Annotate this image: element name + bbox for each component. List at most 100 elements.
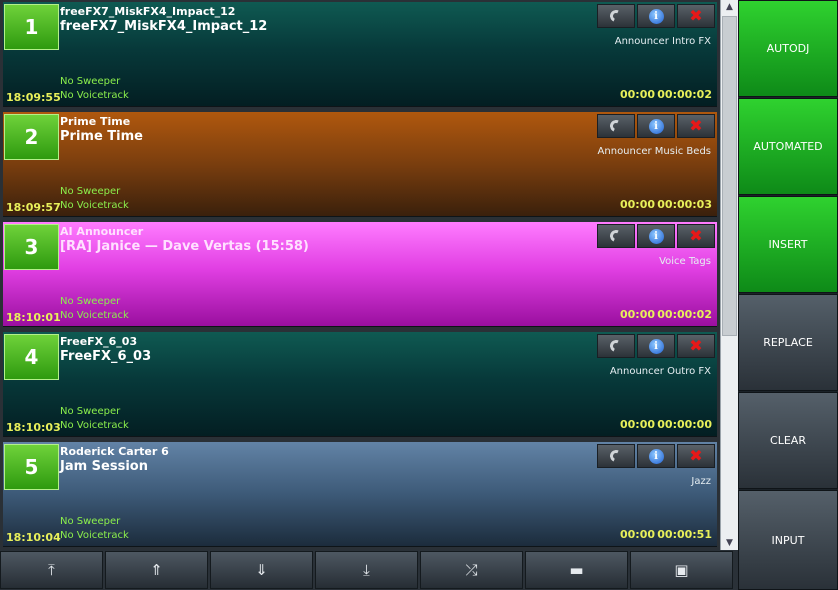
queue-item-duration: 00:00:00 (657, 418, 712, 431)
prelisten-button[interactable] (597, 444, 635, 468)
folder-icon: ▬ (569, 560, 584, 579)
close-icon: ✖ (689, 446, 703, 465)
remove-button[interactable]: ✖ (677, 334, 715, 358)
queue-item-sweeper: No Sweeper (60, 186, 121, 197)
queue-item[interactable]: 5 Roderick Carter 6 Jam Session i ✖ Jazz… (3, 442, 717, 547)
queue-item-duration: 00:00:02 (657, 308, 712, 321)
queue-item-start-time: 18:10:03 (6, 421, 61, 434)
move-top-icon: ⤒ (48, 560, 55, 579)
close-icon: ✖ (689, 226, 703, 245)
queue-item-cue: 00:00 (619, 418, 655, 431)
queue-item-cue: 00:00 (619, 198, 655, 211)
shuffle-icon: ⤮ (465, 560, 478, 579)
queue-item[interactable]: 4 FreeFX_6_03 FreeFX_6_03 i ✖ Announcer … (3, 332, 717, 437)
queue-item-duration: 00:00:51 (657, 528, 712, 541)
queue-item-sweeper: No Sweeper (60, 76, 121, 87)
info-icon: i (648, 448, 664, 464)
queue-list: 1 freeFX7_MiskFX4_Impact_12 freeFX7_Misk… (0, 0, 720, 550)
queue-item-title: Jam Session (60, 459, 148, 474)
queue-item-number: 4 (4, 334, 59, 380)
queue-item-category: Announcer Music Beds (597, 146, 711, 157)
queue-item[interactable]: 1 freeFX7_MiskFX4_Impact_12 freeFX7_Misk… (3, 2, 717, 107)
queue-item-cue: 00:00 (619, 308, 655, 321)
queue-item[interactable]: 2 Prime Time Prime Time i ✖ Announcer Mu… (3, 112, 717, 217)
close-icon: ✖ (689, 116, 703, 135)
queue-item-title: FreeFX_6_03 (60, 349, 152, 364)
scroll-up-arrow-icon[interactable]: ▲ (721, 0, 738, 14)
queue-item-artist: freeFX7_MiskFX4_Impact_12 (60, 5, 236, 18)
prelisten-button[interactable] (597, 224, 635, 248)
queue-item-duration: 00:00:03 (657, 198, 712, 211)
info-icon: i (648, 8, 664, 24)
replace-button[interactable]: REPLACE (738, 294, 838, 391)
queue-item-cue: 00:00 (619, 88, 655, 101)
insert-button[interactable]: INSERT (738, 196, 838, 293)
queue-item-duration: 00:00:02 (657, 88, 712, 101)
close-icon: ✖ (689, 6, 703, 25)
remove-button[interactable]: ✖ (677, 4, 715, 28)
queue-item-voicetrack: No Voicetrack (60, 310, 129, 321)
move-to-bottom-button[interactable]: ⤓ (315, 551, 418, 589)
remove-button[interactable]: ✖ (677, 114, 715, 138)
queue-item-cue: 00:00 (619, 528, 655, 541)
open-folder-button[interactable]: ▬ (525, 551, 628, 589)
queue-item-artist: Prime Time (60, 115, 131, 128)
queue-item-number: 1 (4, 4, 59, 50)
queue-item-start-time: 18:10:04 (6, 531, 61, 544)
scroll-down-arrow-icon[interactable]: ▼ (721, 536, 738, 550)
info-button[interactable]: i (637, 444, 675, 468)
remove-button[interactable]: ✖ (677, 444, 715, 468)
queue-item-start-time: 18:09:57 (6, 201, 61, 214)
input-button[interactable]: INPUT (738, 490, 838, 590)
headphones-icon (608, 8, 624, 24)
queue-item-voicetrack: No Voicetrack (60, 90, 129, 101)
queue-item-number: 2 (4, 114, 59, 160)
queue-scrollbar[interactable]: ▲ ▼ (720, 0, 738, 550)
automated-button[interactable]: AUTOMATED (738, 98, 838, 195)
info-button[interactable]: i (637, 4, 675, 28)
queue-item-start-time: 18:10:01 (6, 311, 61, 324)
scrollbar-thumb[interactable] (722, 16, 737, 336)
move-up-button[interactable]: ⇑ (105, 551, 208, 589)
queue-item[interactable]: 3 AI Announcer [RA] Janice — Dave Vertas… (3, 222, 717, 327)
queue-item-title: Prime Time (60, 129, 143, 144)
shuffle-button[interactable]: ⤮ (420, 551, 523, 589)
queue-item-voicetrack: No Voicetrack (60, 530, 129, 541)
info-button[interactable]: i (637, 114, 675, 138)
headphones-icon (608, 448, 624, 464)
queue-item-sweeper: No Sweeper (60, 516, 121, 527)
move-bottom-icon: ⤓ (363, 560, 370, 579)
move-down-button[interactable]: ⇓ (210, 551, 313, 589)
mode-buttons-panel: AUTODJ AUTOMATED INSERT REPLACE CLEAR INPUT (738, 0, 838, 590)
queue-item-artist: FreeFX_6_03 (60, 335, 138, 348)
queue-item-sweeper: No Sweeper (60, 296, 121, 307)
move-down-icon: ⇓ (255, 560, 268, 579)
queue-item-category: Announcer Outro FX (609, 366, 711, 377)
info-icon: i (648, 118, 664, 134)
queue-item-artist: AI Announcer (60, 225, 144, 238)
queue-item-artist: Roderick Carter 6 (60, 445, 169, 458)
prelisten-button[interactable] (597, 114, 635, 138)
move-up-icon: ⇑ (150, 560, 163, 579)
headphones-icon (608, 338, 624, 354)
headphones-icon (608, 228, 624, 244)
queue-item-title: freeFX7_MiskFX4_Impact_12 (60, 19, 268, 34)
queue-toolbar: ⤒ ⇑ ⇓ ⤓ ⤮ ▬ ▣ (0, 550, 738, 590)
save-button[interactable]: ▣ (630, 551, 733, 589)
queue-item-voicetrack: No Voicetrack (60, 200, 129, 211)
autodj-button[interactable]: AUTODJ (738, 0, 838, 97)
headphones-icon (608, 118, 624, 134)
queue-item-start-time: 18:09:55 (6, 91, 61, 104)
save-icon: ▣ (674, 560, 689, 579)
move-to-top-button[interactable]: ⤒ (0, 551, 103, 589)
info-button[interactable]: i (637, 224, 675, 248)
prelisten-button[interactable] (597, 4, 635, 28)
queue-item-category: Announcer Intro FX (614, 36, 711, 47)
clear-button[interactable]: CLEAR (738, 392, 838, 489)
queue-item-title: [RA] Janice — Dave Vertas (15:58) (60, 239, 309, 254)
queue-item-number: 3 (4, 224, 59, 270)
prelisten-button[interactable] (597, 334, 635, 358)
queue-item-sweeper: No Sweeper (60, 406, 121, 417)
info-button[interactable]: i (637, 334, 675, 358)
remove-button[interactable]: ✖ (677, 224, 715, 248)
